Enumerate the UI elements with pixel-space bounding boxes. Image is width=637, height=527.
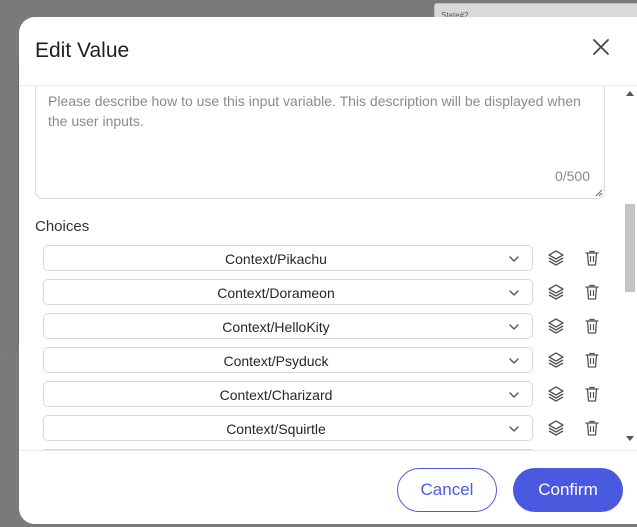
chevron-down-icon bbox=[509, 290, 519, 296]
layers-icon[interactable] bbox=[547, 351, 565, 369]
chevron-down-icon bbox=[509, 256, 519, 262]
choice-select[interactable]: Context/HelloKity bbox=[43, 313, 533, 339]
vertical-scrollbar[interactable] bbox=[623, 86, 637, 450]
scroll-up-arrow-icon[interactable] bbox=[626, 90, 634, 96]
cancel-button[interactable]: Cancel bbox=[397, 468, 497, 512]
choice-select[interactable]: Context/Dorameon bbox=[43, 279, 533, 305]
choice-value: Context/Pikachu bbox=[225, 251, 327, 267]
choice-value: Context/Dorameon bbox=[217, 285, 335, 301]
close-icon bbox=[593, 39, 609, 55]
layers-icon[interactable] bbox=[547, 283, 565, 301]
choice-row: Context/Psyduck bbox=[43, 347, 613, 375]
trash-icon[interactable] bbox=[583, 385, 601, 403]
scrollbar-thumb[interactable] bbox=[625, 204, 635, 292]
chevron-down-icon bbox=[509, 324, 519, 330]
choice-value: Context/HelloKity bbox=[222, 319, 330, 335]
trash-icon[interactable] bbox=[583, 283, 601, 301]
choice-row: Context/Pikachu bbox=[43, 245, 613, 273]
background-connector-line bbox=[0, 60, 19, 360]
layers-icon[interactable] bbox=[547, 385, 565, 403]
edit-value-dialog: Edit Value Please describe how to use th… bbox=[19, 17, 637, 524]
chevron-down-icon bbox=[509, 358, 519, 364]
layers-icon[interactable] bbox=[547, 317, 565, 335]
description-textarea[interactable]: Please describe how to use this input va… bbox=[35, 86, 605, 199]
choice-row: Context/Dorameon bbox=[43, 279, 613, 307]
choice-row: Context/Squirtle bbox=[43, 415, 613, 443]
choice-row: Context/HelloKity bbox=[43, 313, 613, 341]
layers-icon[interactable] bbox=[547, 419, 565, 437]
choice-select[interactable]: Context/Pikachu bbox=[43, 245, 533, 271]
chevron-down-icon bbox=[509, 392, 519, 398]
choice-select[interactable]: Context/Charizard bbox=[43, 381, 533, 407]
dialog-header: Edit Value bbox=[19, 17, 637, 86]
description-placeholder: Please describe how to use this input va… bbox=[48, 93, 581, 129]
scroll-down-arrow-icon[interactable] bbox=[626, 436, 634, 442]
choice-value: Context/Squirtle bbox=[226, 421, 326, 437]
choice-value: Context/Psyduck bbox=[223, 353, 329, 369]
character-counter: 0/500 bbox=[554, 168, 590, 184]
layers-icon[interactable] bbox=[547, 249, 565, 267]
trash-icon[interactable] bbox=[583, 351, 601, 369]
choice-value: Context/Charizard bbox=[219, 387, 333, 403]
choice-row: Context/Charizard bbox=[43, 381, 613, 409]
choice-select[interactable]: Context/Squirtle bbox=[43, 415, 533, 441]
trash-icon[interactable] bbox=[583, 317, 601, 335]
close-button[interactable] bbox=[591, 37, 611, 57]
trash-icon[interactable] bbox=[583, 419, 601, 437]
dialog-body: Please describe how to use this input va… bbox=[19, 86, 637, 450]
dialog-title: Edit Value bbox=[35, 39, 130, 62]
dialog-footer: Cancel Confirm bbox=[19, 450, 637, 524]
choice-select[interactable]: Context/Psyduck bbox=[43, 347, 533, 373]
confirm-button[interactable]: Confirm bbox=[513, 468, 623, 512]
choices-label: Choices bbox=[35, 218, 90, 235]
chevron-down-icon bbox=[509, 426, 519, 432]
resize-handle-icon[interactable] bbox=[595, 189, 603, 197]
trash-icon[interactable] bbox=[583, 249, 601, 267]
